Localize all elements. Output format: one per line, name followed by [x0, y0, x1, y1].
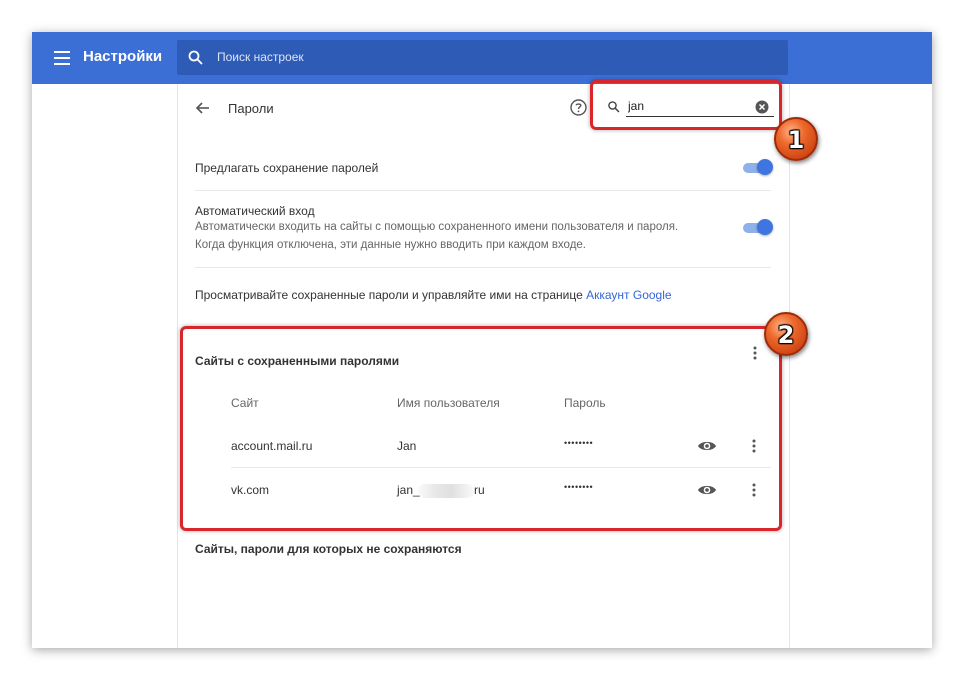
auto-signin-description-1: Автоматически входить на сайты с помощью…: [195, 221, 679, 233]
highlight-box-1: [590, 80, 782, 130]
settings-search-input[interactable]: Поиск настроек: [177, 40, 788, 75]
auto-signin-label: Автоматический вход: [195, 204, 315, 218]
right-gutter: [788, 84, 932, 648]
offer-save-toggle[interactable]: [743, 159, 773, 175]
search-placeholder: Поиск настроек: [217, 50, 304, 64]
top-toolbar: Настройки Поиск настроек: [32, 32, 932, 84]
divider: [195, 190, 771, 191]
offer-save-label: Предлагать сохранение паролей: [195, 161, 379, 175]
left-gutter: [32, 84, 177, 648]
manage-text: Просматривайте сохраненные пароли и упра…: [195, 288, 583, 302]
auto-signin-toggle[interactable]: [743, 219, 773, 235]
help-icon[interactable]: [569, 98, 588, 117]
app-title: Настройки: [83, 48, 163, 65]
auto-signin-description-2: Когда функция отключена, эти данные нужн…: [195, 239, 586, 251]
manage-passwords-text: Просматривайте сохраненные пароли и упра…: [195, 288, 672, 302]
toggle-knob: [757, 219, 773, 235]
page-title: Пароли: [228, 101, 274, 116]
annotation-badge-1: 1: [774, 117, 818, 161]
menu-icon[interactable]: [52, 48, 74, 68]
divider: [195, 267, 771, 268]
google-account-link[interactable]: Аккаунт Google: [586, 288, 671, 302]
highlight-box-2: [180, 326, 782, 531]
annotation-badge-2: 2: [764, 312, 808, 356]
back-arrow-icon[interactable]: [194, 99, 212, 117]
never-saved-title: Сайты, пароли для которых не сохраняются: [195, 542, 462, 556]
toggle-knob: [757, 159, 773, 175]
search-icon: [188, 50, 203, 65]
